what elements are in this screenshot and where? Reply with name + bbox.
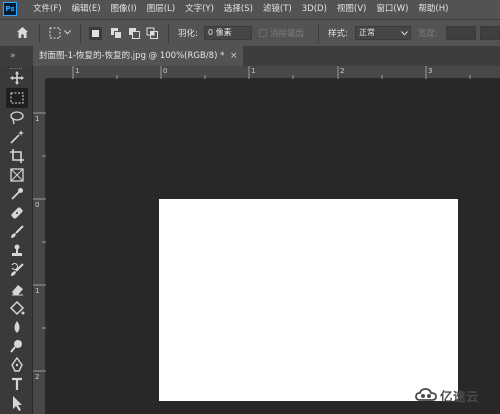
new-selection-icon xyxy=(92,30,99,37)
menu-bar: Ps 文件(F) 编辑(E) 图像(I) 图层(L) 文字(Y) 选择(S) 滤… xyxy=(0,0,500,19)
marquee-tool-button[interactable] xyxy=(6,88,28,108)
clone-stamp-tool-icon[interactable] xyxy=(9,243,25,259)
style-select[interactable]: 正常 xyxy=(355,26,411,40)
cloud-logo-icon xyxy=(415,388,437,401)
antialias-label: 消除锯齿 xyxy=(270,29,305,39)
frame-tool-icon[interactable] xyxy=(9,167,25,183)
blur-tool-icon[interactable] xyxy=(9,319,25,335)
document-tab[interactable]: 封面图-1-恢复的-恢复的.jpg @ 100%(RGB/8) * xyxy=(33,46,243,66)
ruler-label: 0 xyxy=(35,201,40,209)
ruler-label: 1 xyxy=(251,67,256,75)
style-select-value: 正常 xyxy=(359,28,375,37)
ruler-label: 2 xyxy=(340,67,345,75)
chevron-down-icon xyxy=(401,31,408,36)
paint-bucket-tool-icon[interactable] xyxy=(9,300,25,316)
rect-marquee-preset-icon[interactable] xyxy=(49,27,61,39)
crop-tool-icon[interactable] xyxy=(9,148,25,164)
path-selection-tool-icon[interactable] xyxy=(9,395,25,411)
document-tab-title: 封面图-1-恢复的-恢复的.jpg @ 100%(RGB/8) * xyxy=(39,51,225,61)
feather-input[interactable]: 0 像素 xyxy=(204,26,252,40)
eyedropper-tool-icon[interactable] xyxy=(9,186,25,202)
photoshop-logo-icon[interactable]: Ps xyxy=(3,2,17,16)
menu-layer[interactable]: 图层(L) xyxy=(142,0,180,19)
vertical-ruler[interactable]: 1 0 1 2 xyxy=(33,79,46,414)
ruler-label: 1 xyxy=(35,287,40,295)
width-input[interactable] xyxy=(446,26,476,40)
ruler-label: 2 xyxy=(35,373,40,381)
chevron-down-icon[interactable] xyxy=(64,30,71,35)
new-selection-button[interactable] xyxy=(89,27,102,40)
magic-wand-tool-icon[interactable] xyxy=(9,129,25,145)
menu-image[interactable]: 图像(I) xyxy=(106,0,142,19)
ruler-ticks xyxy=(33,112,46,372)
pen-tool-icon[interactable] xyxy=(9,357,25,373)
intersect-selection-icon[interactable] xyxy=(146,27,159,40)
eraser-tool-icon[interactable] xyxy=(9,281,25,297)
collapse-panel-icon[interactable]: » xyxy=(10,50,16,62)
menu-type[interactable]: 文字(Y) xyxy=(180,0,219,19)
subtract-selection-icon[interactable] xyxy=(128,27,141,40)
separator xyxy=(168,24,169,43)
move-tool-icon[interactable] xyxy=(9,70,25,86)
dodge-tool-icon[interactable] xyxy=(9,338,25,354)
width-label: 宽度: xyxy=(418,29,438,39)
document-canvas[interactable] xyxy=(159,199,458,401)
ruler-label: 1 xyxy=(35,115,40,123)
history-brush-tool-icon[interactable] xyxy=(9,262,25,278)
tab-bar: » 封面图-1-恢复的-恢复的.jpg @ 100%(RGB/8) * × xyxy=(0,46,500,66)
home-icon[interactable] xyxy=(16,26,29,39)
menu-help[interactable]: 帮助(H) xyxy=(413,0,453,19)
menu-file[interactable]: 文件(F) xyxy=(28,0,67,19)
menu-select[interactable]: 选择(S) xyxy=(219,0,258,19)
menu-window[interactable]: 窗口(W) xyxy=(371,0,413,19)
brush-tool-icon[interactable] xyxy=(9,224,25,240)
menu-3d[interactable]: 3D(D) xyxy=(297,0,332,19)
ruler-origin[interactable] xyxy=(33,66,46,79)
healing-brush-tool-icon[interactable] xyxy=(9,205,25,221)
add-selection-icon[interactable] xyxy=(110,27,123,40)
menu-filter[interactable]: 滤镜(T) xyxy=(258,0,297,19)
ruler-label: 0 xyxy=(163,67,168,75)
menu-items: 文件(F) 编辑(E) 图像(I) 图层(L) 文字(Y) 选择(S) 滤镜(T… xyxy=(28,0,453,19)
style-label: 样式: xyxy=(328,29,348,39)
antialias-checkbox[interactable] xyxy=(259,29,267,37)
feather-label: 羽化: xyxy=(178,29,198,39)
horizontal-ruler[interactable]: 1 0 1 2 3 xyxy=(33,66,500,79)
marquee-tool-icon xyxy=(10,92,24,104)
menu-view[interactable]: 视图(V) xyxy=(332,0,371,19)
ruler-label: 1 xyxy=(75,67,80,75)
menu-edit[interactable]: 编辑(E) xyxy=(67,0,106,19)
separator xyxy=(39,24,40,43)
separator xyxy=(318,24,319,43)
close-tab-icon[interactable]: × xyxy=(230,46,238,66)
watermark: 亿速云 xyxy=(415,383,479,407)
tools-panel xyxy=(0,66,33,414)
separator xyxy=(80,24,81,43)
lasso-tool-icon[interactable] xyxy=(9,110,25,126)
options-bar: 羽化: 0 像素 消除锯齿 样式: 正常 宽度: xyxy=(0,19,500,46)
height-input[interactable] xyxy=(480,26,500,40)
type-tool-icon[interactable] xyxy=(9,376,25,392)
ruler-label: 3 xyxy=(428,67,433,75)
watermark-text: 亿速云 xyxy=(440,388,480,404)
